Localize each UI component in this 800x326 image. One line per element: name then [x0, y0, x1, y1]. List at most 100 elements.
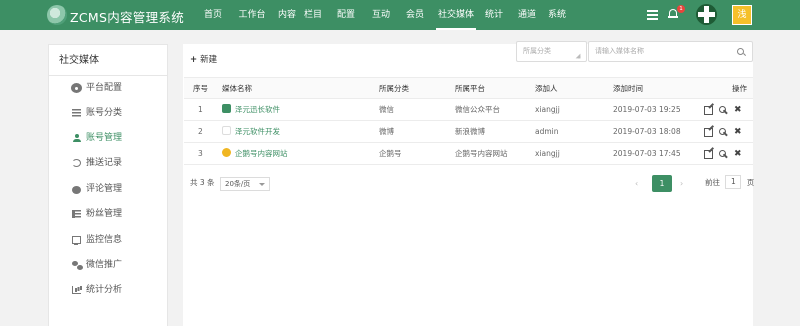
col-added-by: 添加人 — [535, 84, 558, 93]
media-name-link[interactable]: 泽元迅长软件 — [222, 99, 280, 121]
sidebar-item-account-category[interactable]: 账号分类 — [49, 103, 167, 123]
table-row: 2 泽元软件开发 微博 新浪微博 admin 2019-07-03 18:08 … — [184, 121, 753, 143]
table-row: 1 泽元迅长软件 微信 微信公众平台 xiangjj 2019-07-03 19… — [184, 99, 753, 121]
media-name-link[interactable]: 泽元软件开发 — [222, 121, 280, 143]
col-actions: 操作 — [732, 84, 747, 93]
page-size-value: 20条/页 — [225, 180, 251, 188]
user-icon — [72, 134, 81, 142]
row-added-by: admin — [535, 127, 559, 136]
row-platform: 企鹅号内容网站 — [455, 149, 508, 158]
table-header: 序号 媒体名称 所属分类 所属平台 添加人 添加时间 操作 — [184, 77, 753, 99]
delete-icon[interactable]: ✖ — [734, 99, 743, 121]
top-bar: ZCMS内容管理系统 首页 工作台 内容 栏目 配置 互动 会员 社交媒体 统计… — [0, 0, 800, 30]
col-no: 序号 — [193, 84, 208, 93]
sidebar-item-label: 评论管理 — [86, 184, 123, 194]
row-actions: ✖ — [704, 99, 749, 121]
penguin-icon — [222, 148, 231, 157]
new-button-label: 新建 — [200, 55, 218, 65]
comment-icon — [72, 186, 81, 194]
goto-suffix: 页 — [746, 178, 755, 187]
nav-workbench[interactable]: 工作台 — [230, 0, 274, 30]
edit-icon[interactable] — [704, 143, 713, 165]
nav-channel[interactable]: 通道 — [510, 0, 544, 30]
category-select-placeholder: 所属分类 — [523, 47, 551, 55]
col-platform: 所属平台 — [455, 84, 485, 93]
search-input[interactable]: 请输入媒体名称 — [588, 41, 753, 62]
edit-icon[interactable] — [704, 121, 713, 143]
sidebar-item-push-records[interactable]: 推送记录 — [49, 153, 167, 173]
search-icon[interactable] — [737, 48, 744, 55]
media-name-link[interactable]: 企鹅号内容网站 — [222, 143, 288, 165]
avatar[interactable] — [696, 4, 717, 25]
row-actions: ✖ — [704, 143, 749, 165]
key-icon[interactable] — [719, 121, 728, 143]
category-select[interactable]: 所属分类 — [516, 41, 587, 62]
menu-icon[interactable] — [647, 10, 658, 20]
sidebar-item-wechat-promotion[interactable]: 微信推广 — [49, 255, 167, 275]
media-name: 泽元软件开发 — [235, 127, 280, 136]
sidebar-item-label: 微信推广 — [86, 260, 123, 270]
prev-page-button[interactable]: ‹ — [635, 177, 638, 191]
bar-chart-icon — [72, 286, 81, 294]
logo-icon — [47, 5, 67, 25]
next-page-button[interactable]: › — [680, 177, 683, 191]
page-size-select[interactable]: 20条/页 — [220, 177, 270, 191]
sidebar-item-label: 统计分析 — [86, 285, 123, 295]
select-arrow-icon — [575, 53, 581, 59]
sidebar-item-account-management[interactable]: 账号管理 — [49, 128, 167, 148]
row-added-time: 2019-07-03 19:25 — [613, 105, 681, 114]
nav-system[interactable]: 系统 — [544, 0, 570, 30]
sidebar-item-label: 推送记录 — [86, 158, 123, 168]
plus-icon: + — [190, 55, 198, 65]
row-no: 1 — [198, 105, 203, 114]
nav-social-media[interactable]: 社交媒体 — [434, 0, 478, 30]
nav-content[interactable]: 内容 — [274, 0, 300, 30]
notification-badge: 1 — [677, 5, 685, 13]
row-category: 企鹅号 — [379, 149, 402, 158]
sidebar-item-label: 账号分类 — [86, 108, 123, 118]
page-1-button[interactable]: 1 — [652, 175, 672, 192]
edit-icon[interactable] — [704, 99, 713, 121]
sidebar-item-comments[interactable]: 评论管理 — [49, 179, 167, 199]
goto-page: 前往 1 页 — [705, 175, 754, 191]
nav-interaction[interactable]: 互动 — [366, 0, 396, 30]
table-row: 3 企鹅号内容网站 企鹅号 企鹅号内容网站 xiangjj 2019-07-03… — [184, 143, 753, 165]
media-table: 序号 媒体名称 所属分类 所属平台 添加人 添加时间 操作 1 泽元迅长软件 微… — [184, 77, 753, 165]
media-name: 企鹅号内容网站 — [235, 149, 288, 158]
chevron-down-icon — [259, 183, 265, 186]
delete-icon[interactable]: ✖ — [734, 143, 743, 165]
nav-column[interactable]: 栏目 — [300, 0, 326, 30]
new-button[interactable]: + 新建 — [190, 53, 217, 67]
delete-icon[interactable]: ✖ — [734, 121, 743, 143]
media-name: 泽元迅长软件 — [235, 105, 280, 114]
col-category: 所属分类 — [379, 84, 409, 93]
row-category: 微信 — [379, 105, 394, 114]
nav-statistics[interactable]: 统计 — [478, 0, 510, 30]
col-added-time: 添加时间 — [613, 84, 643, 93]
nav-home[interactable]: 首页 — [196, 0, 230, 30]
sidebar-item-label: 账号管理 — [86, 133, 123, 143]
sidebar-item-label: 粉丝管理 — [86, 209, 123, 219]
row-platform: 微信公众平台 — [455, 105, 500, 114]
row-actions: ✖ — [704, 121, 749, 143]
brand-title: ZCMS内容管理系统 — [70, 10, 185, 25]
sidebar-item-fans[interactable]: 粉丝管理 — [49, 204, 167, 224]
sidebar-item-monitor[interactable]: 监控信息 — [49, 230, 167, 250]
row-added-time: 2019-07-03 17:45 — [613, 149, 681, 158]
nav-config[interactable]: 配置 — [326, 0, 366, 30]
sidebar-item-platform-config[interactable]: 平台配置 — [49, 78, 167, 98]
weibo-icon — [222, 126, 231, 135]
sidebar-item-statistics[interactable]: 统计分析 — [49, 280, 167, 300]
skin-toggle-button[interactable]: 浅 — [732, 5, 752, 25]
nav-member[interactable]: 会员 — [396, 0, 434, 30]
total-count: 共 3 条 — [190, 178, 215, 187]
sidebar: 社交媒体 平台配置 账号分类 账号管理 推送记录 评论管理 粉丝管理 监控信息 … — [48, 44, 168, 326]
row-platform: 新浪微博 — [455, 127, 485, 136]
key-icon[interactable] — [719, 99, 728, 121]
row-no: 3 — [198, 149, 203, 158]
goto-page-input[interactable]: 1 — [725, 175, 742, 189]
key-icon[interactable] — [719, 143, 728, 165]
list-icon — [72, 109, 81, 117]
sidebar-item-label: 平台配置 — [86, 83, 123, 93]
row-category: 微博 — [379, 127, 394, 136]
